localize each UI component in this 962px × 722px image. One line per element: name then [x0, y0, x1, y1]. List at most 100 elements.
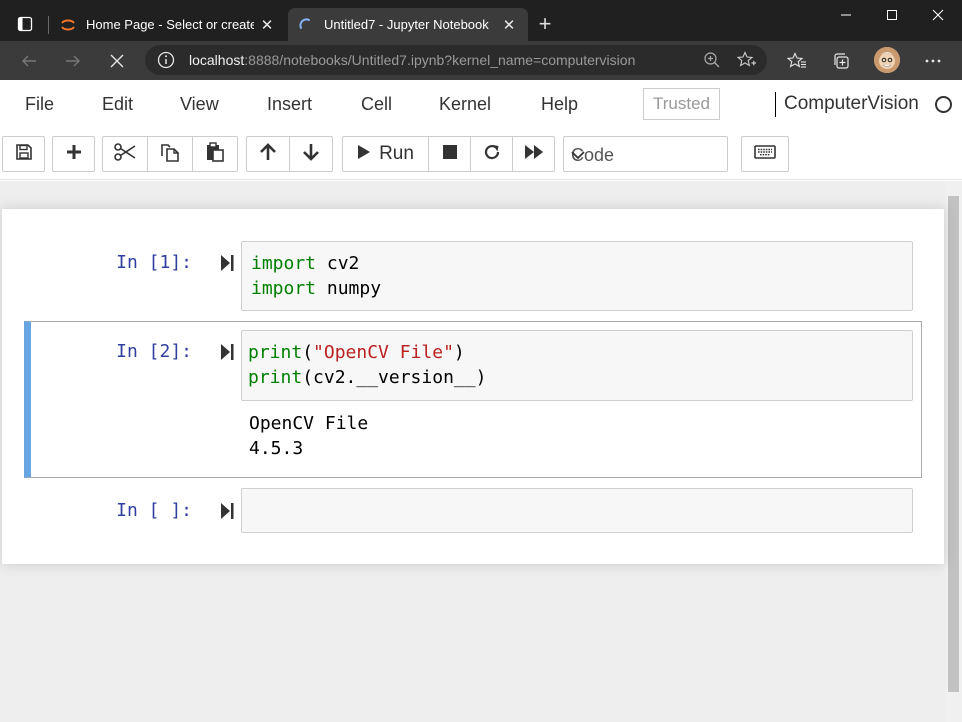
- run-button[interactable]: Run: [342, 136, 429, 172]
- forward-icon[interactable]: [56, 44, 90, 78]
- code-line: print("OpenCV File"): [248, 340, 912, 365]
- menu-cell[interactable]: Cell: [361, 94, 392, 115]
- paste-button[interactable]: [192, 136, 238, 172]
- run-cell-icon[interactable]: [219, 254, 235, 272]
- cell-type-select[interactable]: Code: [563, 136, 728, 172]
- notebook-container: In [1]: import cv2 import numpy In [2]: p…: [2, 209, 944, 564]
- tab-untitled7[interactable]: Untitled7 - Jupyter Notebook ✕: [288, 8, 528, 41]
- run-group: Run: [342, 136, 555, 172]
- menu-help[interactable]: Help: [541, 94, 578, 115]
- arrow-down-icon: [302, 143, 320, 166]
- cell-prompt: In [2]:: [116, 341, 192, 362]
- cell-input[interactable]: import cv2 import numpy: [241, 241, 913, 311]
- run-cell-icon[interactable]: [219, 502, 235, 520]
- kernel-name[interactable]: ComputerVision: [784, 93, 919, 115]
- minimize-icon[interactable]: [823, 0, 869, 30]
- fast-forward-icon: [524, 144, 544, 165]
- restart-kernel-button[interactable]: [470, 136, 513, 172]
- maximize-icon[interactable]: [869, 0, 915, 30]
- close-tab-icon[interactable]: ✕: [254, 12, 280, 38]
- back-icon[interactable]: [12, 44, 46, 78]
- cut-button[interactable]: [102, 136, 148, 172]
- move-up-button[interactable]: [246, 136, 290, 172]
- code-line: print(cv2.__version__): [248, 365, 912, 390]
- url-host: localhost: [189, 52, 245, 68]
- string-token: "OpenCV File": [313, 342, 454, 363]
- address-bar-row: localhost:8888/notebooks/Untitled7.ipynb…: [0, 41, 962, 80]
- builtin-token: print: [248, 342, 303, 363]
- edit-group: [102, 136, 238, 172]
- output-line: 4.5.3: [249, 438, 304, 459]
- copy-icon: [160, 142, 180, 167]
- menu-edit[interactable]: Edit: [102, 94, 133, 115]
- trusted-indicator[interactable]: Trusted: [643, 88, 720, 120]
- menu-file[interactable]: File: [25, 94, 54, 115]
- play-icon: [357, 144, 371, 165]
- profile-avatar[interactable]: [874, 47, 900, 73]
- keyboard-icon: [754, 144, 776, 164]
- chevron-down-icon: [571, 146, 720, 167]
- code-line: import cv2: [251, 251, 912, 276]
- scissors-icon: [114, 142, 136, 166]
- loading-spinner-icon: [298, 17, 314, 33]
- cell-prompt: In [ ]:: [116, 500, 192, 521]
- notebook-toolbar: Run: [0, 129, 962, 180]
- plus-icon: [66, 144, 82, 165]
- cell-input[interactable]: print("OpenCV File") print(cv2.__version_…: [241, 330, 913, 401]
- close-window-icon[interactable]: [915, 0, 961, 30]
- kernel-separator: [775, 92, 776, 117]
- vertical-scrollbar[interactable]: [945, 181, 962, 722]
- menu-insert[interactable]: Insert: [267, 94, 312, 115]
- restart-icon: [483, 143, 501, 166]
- move-group: [246, 136, 333, 172]
- tab-home-page[interactable]: Home Page - Select or create a n ✕: [50, 8, 286, 41]
- url-path: :8888/notebooks/Untitled7.ipynb?kernel_n…: [244, 52, 636, 68]
- code-token: (cv2.__version__): [302, 367, 487, 388]
- save-group: [2, 136, 45, 172]
- command-palette-button[interactable]: [741, 136, 789, 172]
- code-token: ): [453, 342, 465, 363]
- address-bar[interactable]: localhost:8888/notebooks/Untitled7.ipynb…: [145, 45, 767, 75]
- builtin-token: print: [248, 367, 303, 388]
- tab-separator: [48, 16, 49, 34]
- menu-kernel[interactable]: Kernel: [439, 94, 491, 115]
- stop-icon: [442, 144, 458, 165]
- keyword-token: import: [251, 253, 317, 274]
- restart-run-all-button[interactable]: [512, 136, 555, 172]
- cell-prompt: In [1]:: [116, 252, 192, 273]
- close-tab-icon[interactable]: ✕: [496, 12, 522, 38]
- cell-input-empty[interactable]: [241, 488, 913, 533]
- interrupt-button[interactable]: [428, 136, 471, 172]
- scrollbar-thumb[interactable]: [948, 196, 959, 692]
- browser-tab-strip: Home Page - Select or create a n ✕ Untit…: [0, 0, 962, 41]
- zoom-icon[interactable]: [703, 51, 721, 74]
- insert-group: [52, 136, 95, 172]
- run-label: Run: [379, 143, 414, 164]
- menu-view[interactable]: View: [180, 94, 219, 115]
- save-button[interactable]: [2, 136, 45, 172]
- move-down-button[interactable]: [289, 136, 333, 172]
- tab-title: Home Page - Select or create a n: [86, 17, 254, 32]
- copy-button[interactable]: [147, 136, 193, 172]
- code-token: numpy: [316, 278, 382, 299]
- output-line: OpenCV File: [249, 413, 369, 434]
- site-info-icon[interactable]: [157, 51, 175, 74]
- add-favorite-icon[interactable]: [736, 51, 757, 74]
- favorites-icon[interactable]: [785, 49, 809, 73]
- code-token: cv2: [316, 253, 360, 274]
- url-text[interactable]: localhost:8888/notebooks/Untitled7.ipynb…: [189, 52, 635, 68]
- more-options-icon[interactable]: [921, 49, 945, 73]
- stop-loading-icon[interactable]: [100, 44, 134, 78]
- code-token: (: [302, 342, 314, 363]
- keyword-token: import: [251, 278, 317, 299]
- jupyter-logo-icon: [60, 17, 76, 33]
- paste-icon: [205, 141, 225, 167]
- keyboard-group: [741, 136, 789, 172]
- collections-icon[interactable]: [829, 49, 853, 73]
- tab-actions-icon[interactable]: [8, 8, 42, 40]
- run-cell-icon[interactable]: [219, 343, 235, 361]
- save-icon: [15, 143, 33, 166]
- new-tab-icon[interactable]: +: [533, 11, 557, 37]
- insert-cell-button[interactable]: [52, 136, 95, 172]
- kernel-idle-indicator-icon: [935, 96, 952, 113]
